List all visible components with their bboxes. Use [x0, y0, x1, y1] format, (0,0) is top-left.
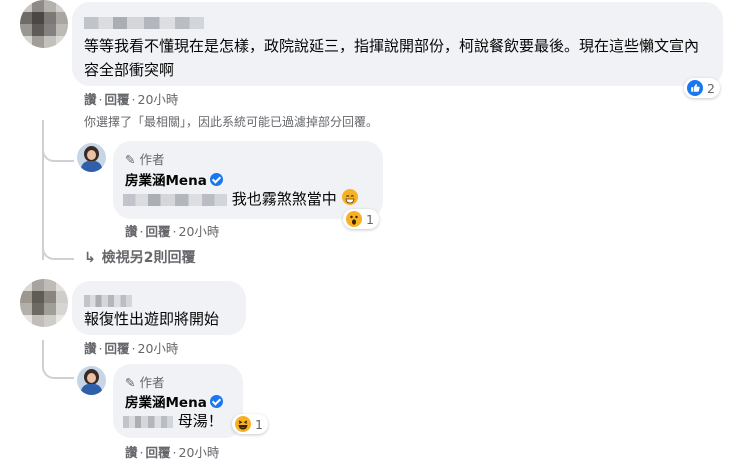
- reply-bubble: ✎ 作者 房業涵Mena 母湯！: [113, 364, 243, 438]
- like-link[interactable]: 讚: [125, 445, 138, 460]
- thread-branch: [42, 140, 74, 162]
- like-link[interactable]: 讚: [125, 224, 138, 239]
- reply-bubble: ✎ 作者 房業涵Mena 我也霧煞煞當中: [113, 141, 383, 219]
- reply-reactions[interactable]: 1: [232, 414, 268, 434]
- author-avatar[interactable]: [77, 143, 106, 172]
- reaction-count: 1: [255, 416, 263, 432]
- like-link[interactable]: 讚: [84, 341, 97, 356]
- tagged-user-mention[interactable]: [123, 415, 173, 428]
- author-tag: ✎ 作者: [125, 375, 165, 390]
- author-tag: ✎ 作者: [125, 152, 165, 167]
- author-name-row: 房業涵Mena: [125, 169, 223, 189]
- pencil-icon: ✎: [125, 375, 136, 390]
- reply-text: 母湯！: [177, 412, 223, 430]
- like-link[interactable]: 讚: [84, 92, 97, 107]
- author-avatar[interactable]: [77, 366, 106, 395]
- comment-bubble: 等等我看不懂現在是怎樣，政院說延三，指揮說開部份，柯說餐飲要最後。現在這些懶文宣…: [72, 2, 723, 86]
- commenter-avatar[interactable]: [20, 279, 68, 327]
- thread-branch: [42, 355, 74, 379]
- comment-text: 報復性出遊即將開始: [84, 310, 220, 328]
- haha-icon: [235, 416, 251, 432]
- reply-link[interactable]: 回覆: [105, 92, 130, 107]
- reply-link[interactable]: 回覆: [105, 341, 130, 356]
- tagged-user-mention[interactable]: [123, 193, 227, 206]
- timestamp[interactable]: 20小時: [138, 92, 179, 107]
- reply-actions: 讚 · 回覆 · 20小時: [125, 445, 220, 460]
- commenter-name[interactable]: [84, 12, 204, 31]
- reply-link[interactable]: 回覆: [146, 445, 171, 460]
- timestamp[interactable]: 20小時: [179, 224, 220, 239]
- reply-link[interactable]: 回覆: [146, 224, 171, 239]
- reply-arrow-icon: ↳: [84, 250, 96, 266]
- comment-text: 等等我看不懂現在是怎樣，政院說延三，指揮說開部份，柯說餐飲要最後。現在這些懶文宣…: [84, 37, 700, 79]
- reply-reactions[interactable]: 1: [343, 209, 379, 229]
- reply-text-row: 我也霧煞煞當中: [123, 187, 358, 211]
- timestamp[interactable]: 20小時: [179, 445, 220, 460]
- like-icon: [687, 80, 703, 96]
- reply-actions: 讚 · 回覆 · 20小時: [125, 224, 220, 239]
- author-name-row: 房業涵Mena: [125, 391, 223, 411]
- pencil-icon: ✎: [125, 152, 136, 167]
- verified-badge-icon: [209, 173, 223, 186]
- comment-actions: 讚 · 回覆 · 20小時: [84, 341, 179, 356]
- reply-text-row: 母湯！: [123, 409, 223, 433]
- reply-text: 我也霧煞煞當中: [231, 190, 337, 208]
- comment-reactions[interactable]: 2: [684, 78, 720, 98]
- view-more-replies-button[interactable]: ↳ 檢視另2則回覆: [84, 247, 195, 267]
- reaction-count: 2: [707, 80, 715, 96]
- reaction-count: 1: [366, 211, 374, 227]
- thread-branch: [42, 240, 74, 260]
- comment-bubble: 報復性出遊即將開始: [72, 281, 246, 335]
- grin-emoji-icon: [341, 189, 358, 205]
- wow-icon: [346, 211, 362, 227]
- timestamp[interactable]: 20小時: [138, 341, 179, 356]
- comment-actions: 讚 · 回覆 · 20小時: [84, 92, 179, 107]
- commenter-avatar[interactable]: [20, 0, 68, 48]
- filter-notice: 你選擇了「最相關」，因此系統可能已過濾掉部分回覆。: [84, 115, 379, 129]
- verified-badge-icon: [209, 395, 223, 408]
